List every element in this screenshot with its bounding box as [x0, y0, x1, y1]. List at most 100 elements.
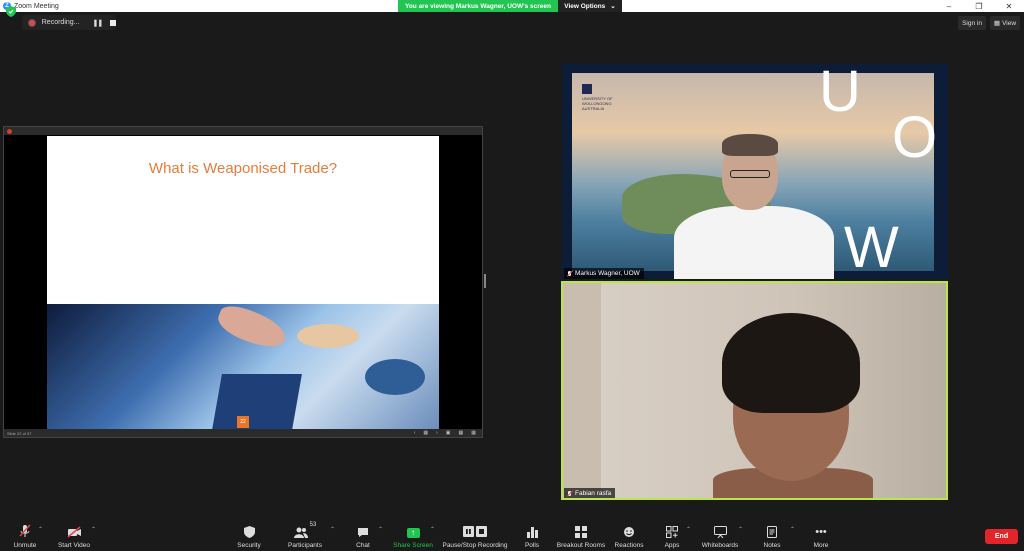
participants-options-chevron-icon[interactable]: ⌃	[330, 526, 335, 533]
meeting-topbar	[0, 12, 1024, 34]
slide-photo-disc-blue	[365, 359, 425, 395]
notes-label: Notes	[763, 542, 781, 549]
sign-in-button[interactable]: Sign in	[958, 16, 986, 30]
previous-slide-icon[interactable]: ‹	[414, 430, 416, 436]
whiteboards-label: Whiteboards	[701, 542, 739, 549]
slide-photo-hand	[213, 300, 291, 354]
pause-recording-icon[interactable]: ❚❚	[93, 19, 104, 27]
chat-bubble-icon	[357, 522, 369, 538]
notes-options-chevron-icon[interactable]: ⌃	[790, 526, 795, 533]
pause-stop-recording-label: Pause/Stop Recording	[442, 542, 508, 549]
start-video-label: Start Video	[57, 542, 91, 549]
view-button[interactable]: ▦ View	[990, 16, 1020, 30]
viewing-banner-message: You are viewing Markus Wagner, UOW's scr…	[398, 0, 558, 12]
breakout-rooms-icon	[575, 522, 587, 538]
participants-icon: 53	[293, 522, 317, 538]
slide-counter: Slide 22 of 37	[7, 430, 32, 436]
stop-recording-icon[interactable]	[110, 19, 116, 26]
slide-photo-screen	[212, 374, 302, 430]
share-screen-label: Share Screen	[393, 542, 433, 549]
whiteboards-button[interactable]: Whiteboards	[700, 518, 740, 551]
participant-name-badge: Markus Wagner, UOW	[564, 268, 644, 279]
uow-logo-text: UNIVERSITY OF WOLLONGONG AUSTRALIA	[582, 96, 613, 111]
uow-logo: UNIVERSITY OF WOLLONGONG AUSTRALIA	[582, 84, 626, 122]
apps-options-chevron-icon[interactable]: ⌃	[686, 526, 691, 533]
presentation-slide: What is Weaponised Trade? 22	[47, 136, 439, 430]
video-off-icon	[67, 522, 82, 538]
mic-muted-icon	[567, 270, 572, 277]
pause-stop-icon	[463, 522, 487, 538]
figure-glasses	[730, 170, 770, 178]
powerpoint-icon	[7, 128, 12, 134]
recording-label: Recording...	[41, 19, 80, 26]
chat-options-chevron-icon[interactable]: ⌃	[378, 526, 383, 533]
apps-label: Apps	[664, 542, 680, 549]
polls-button[interactable]: Polls	[523, 518, 541, 551]
figure-hair	[722, 313, 860, 413]
video-tile-fabian-rasfa[interactable]: Fabian rasfa	[561, 281, 948, 500]
shield-icon	[243, 522, 255, 538]
slide-photo-disc	[297, 324, 359, 348]
audio-options-chevron-icon[interactable]: ⌃	[38, 526, 43, 533]
breakout-rooms-button[interactable]: Breakout Rooms	[557, 518, 605, 551]
next-slide-icon[interactable]: ›	[436, 430, 438, 436]
mic-muted-icon	[567, 490, 572, 497]
chat-button[interactable]: Chat	[353, 518, 373, 551]
slide-sorter-icon[interactable]: ▦	[459, 430, 464, 436]
more-label: More	[813, 542, 829, 549]
end-meeting-button[interactable]: End	[985, 529, 1018, 544]
security-button[interactable]: Security	[235, 518, 263, 551]
reactions-smiley-icon	[623, 522, 635, 538]
participant-video-figure	[674, 134, 834, 279]
reactions-label: Reactions	[614, 542, 644, 549]
presentation-statusbar: Slide 22 of 37 ‹ ▦ › ▣ ▦ ▦	[4, 429, 482, 437]
video-tile-markus-wagner[interactable]: UNIVERSITY OF WOLLONGONG AUSTRALIA U O W…	[562, 64, 948, 279]
view-options-label: View Options	[564, 2, 606, 10]
reading-view-icon[interactable]: ▦	[471, 430, 476, 436]
whiteboards-options-chevron-icon[interactable]: ⌃	[738, 526, 743, 533]
slide-menu-icon[interactable]: ▦	[423, 430, 428, 436]
notes-icon	[767, 522, 777, 538]
slide-title: What is Weaponised Trade?	[148, 160, 338, 177]
share-screen-icon: ↑	[406, 522, 420, 538]
polls-label: Polls	[524, 542, 540, 549]
share-options-chevron-icon[interactable]: ⌃	[430, 526, 435, 533]
close-icon[interactable]: ✕	[994, 0, 1024, 12]
split-resize-handle[interactable]	[484, 274, 486, 288]
video-options-chevron-icon[interactable]: ⌃	[91, 526, 96, 533]
reactions-button[interactable]: Reactions	[614, 518, 644, 551]
apps-button[interactable]: Apps	[663, 518, 681, 551]
more-button[interactable]: ••• More	[810, 518, 832, 551]
view-options-button[interactable]: View Options ⌄	[558, 0, 622, 12]
security-label: Security	[237, 542, 261, 549]
apps-icon	[666, 522, 678, 538]
participant-name: Fabian rasfa	[575, 490, 612, 497]
view-label: View	[1002, 19, 1017, 27]
minimize-icon[interactable]: –	[934, 0, 964, 12]
share-screen-button[interactable]: ↑ Share Screen	[393, 518, 433, 551]
room-door	[563, 283, 601, 498]
slide-number: 22	[237, 416, 249, 428]
more-ellipsis-icon: •••	[815, 526, 827, 538]
figure-hair	[722, 134, 778, 156]
presentation-nav: ‹ ▦ › ▣ ▦ ▦	[414, 430, 476, 436]
slide-photo	[47, 300, 439, 430]
start-video-button[interactable]: Start Video	[55, 518, 93, 551]
participants-button[interactable]: 53 Participants	[286, 518, 324, 551]
breakout-rooms-label: Breakout Rooms	[556, 542, 606, 549]
maximize-icon[interactable]: ❐	[964, 0, 994, 12]
pause-stop-recording-button[interactable]: Pause/Stop Recording	[442, 518, 508, 551]
background-letter-o: O	[892, 105, 938, 170]
notes-button[interactable]: Notes	[762, 518, 782, 551]
participant-name: Markus Wagner, UOW	[575, 270, 640, 277]
viewing-banner: You are viewing Markus Wagner, UOW's scr…	[398, 0, 622, 12]
participants-label: Participants	[288, 542, 322, 549]
unmute-button[interactable]: Unmute	[8, 518, 42, 551]
unmute-label: Unmute	[13, 542, 37, 549]
security-shield-icon[interactable]	[6, 6, 16, 17]
normal-view-icon[interactable]: ▣	[446, 430, 451, 436]
polls-bar-icon	[526, 522, 538, 538]
participants-count: 53	[309, 522, 317, 528]
shared-screen[interactable]: What is Weaponised Trade? 22 Slide 22 of…	[3, 126, 483, 438]
mic-muted-icon	[19, 522, 31, 538]
